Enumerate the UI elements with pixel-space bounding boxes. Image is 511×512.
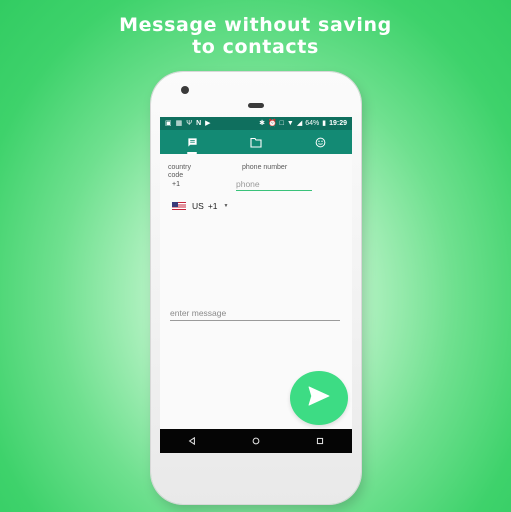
clock-text: 19:29 [329, 120, 347, 127]
country-code-label: country code [168, 164, 191, 179]
back-icon[interactable] [188, 432, 196, 450]
battery-text: 64% [305, 120, 320, 127]
front-camera [181, 86, 189, 94]
home-icon[interactable] [252, 432, 260, 450]
alarm-icon: ⏰ [267, 120, 277, 127]
us-flag-icon [172, 202, 186, 210]
chevron-down-icon: ▼ [223, 203, 229, 209]
headline-line-2: to contacts [192, 36, 319, 58]
tab-bar [160, 130, 352, 154]
folder-icon [250, 137, 262, 148]
send-icon [308, 385, 330, 411]
headline-line-1: Message without saving [119, 14, 392, 36]
country-select[interactable]: US +1 ▼ [172, 201, 228, 211]
country-code-value: +1 [172, 181, 180, 188]
country-select-code: +1 [207, 201, 218, 211]
signal-icon: ◢ [296, 120, 303, 127]
image-icon: ▣ [165, 120, 172, 127]
recents-icon[interactable] [316, 432, 324, 450]
status-bar-left: ▣ ▦ Ψ N ▶ [165, 117, 211, 130]
headline: Message without saving to contacts [0, 14, 511, 58]
chat-icon [187, 137, 198, 148]
earpiece-speaker [248, 103, 264, 108]
app-icon: ▦ [175, 120, 183, 127]
wifi-icon: ▼ [286, 120, 294, 127]
message-input[interactable]: enter message [170, 306, 340, 321]
country-select-country: US [192, 201, 204, 211]
bluetooth-icon: ✱ [259, 120, 265, 127]
smiley-icon [315, 137, 326, 148]
play-icon: ▶ [205, 120, 211, 127]
n-icon: N [196, 120, 202, 127]
battery-icon: ▮ [322, 120, 327, 127]
tab-chat[interactable] [160, 130, 224, 154]
phone-frame: ▣ ▦ Ψ N ▶ ✱ ⏰ □ ▼ ◢ 64% ▮ 19:29 country … [151, 72, 361, 504]
status-bar: ▣ ▦ Ψ N ▶ ✱ ⏰ □ ▼ ◢ 64% ▮ 19:29 [160, 117, 352, 130]
navigation-bar [160, 429, 352, 453]
send-button[interactable] [290, 371, 348, 425]
tab-folder[interactable] [224, 130, 288, 154]
usb-icon: Ψ [186, 120, 193, 127]
vibrate-icon: □ [279, 120, 284, 127]
status-bar-right: ✱ ⏰ □ ▼ ◢ 64% ▮ 19:29 [259, 117, 347, 130]
phone-number-label: phone number [242, 164, 288, 171]
tab-emoji[interactable] [288, 130, 352, 154]
active-tab-indicator [187, 152, 197, 154]
phone-input[interactable]: phone [236, 178, 312, 191]
